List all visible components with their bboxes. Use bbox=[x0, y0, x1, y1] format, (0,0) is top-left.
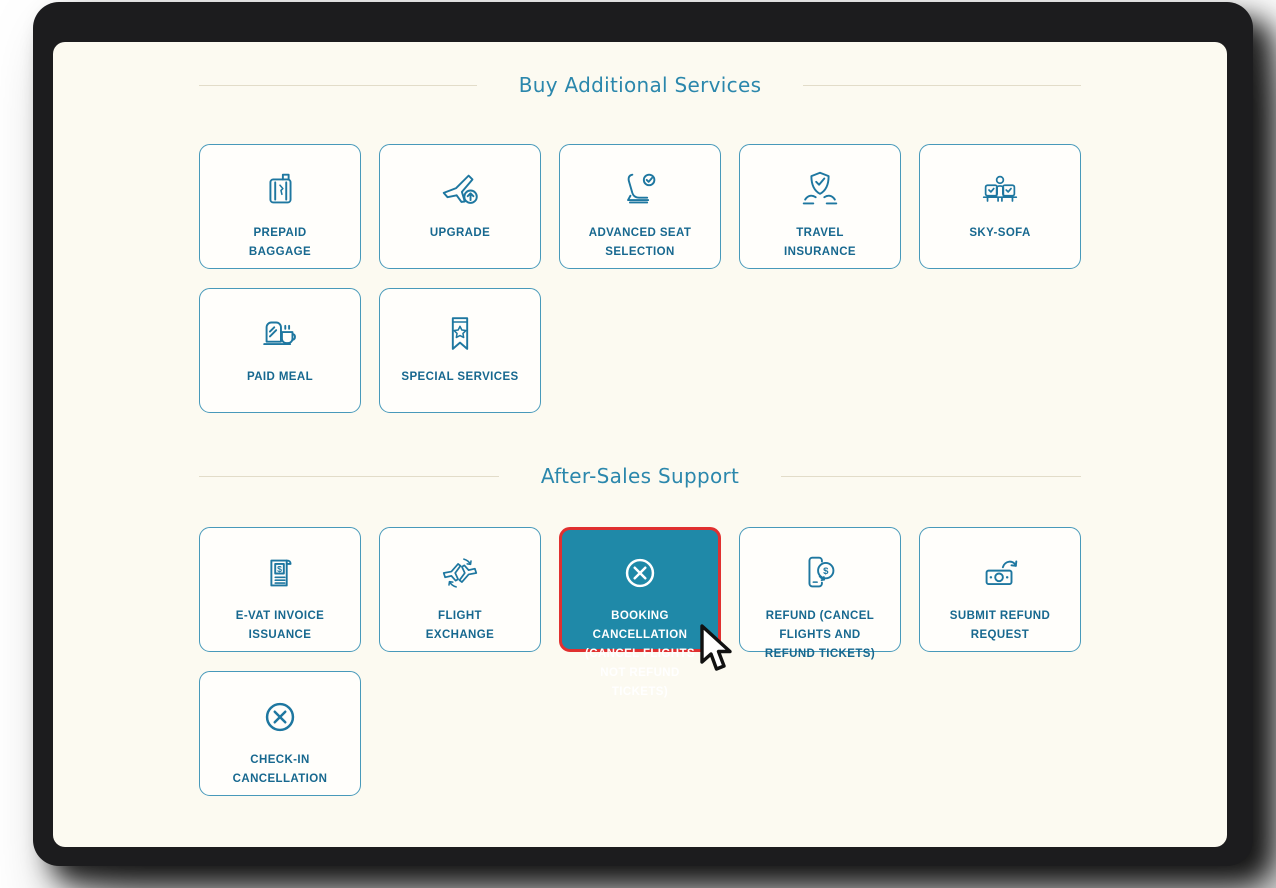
section-header: After-Sales Support bbox=[199, 463, 1081, 489]
section-after-sales-support: After-Sales Support E-VAT INVOICE ISSUAN… bbox=[199, 463, 1081, 796]
service-card-upgrade[interactable]: UPGRADE bbox=[379, 144, 541, 269]
exchange-planes-icon bbox=[435, 550, 485, 596]
service-card-special-services[interactable]: SPECIAL SERVICES bbox=[379, 288, 541, 413]
ribbon-star-icon bbox=[435, 311, 485, 357]
service-card-flight-exchange[interactable]: FLIGHT EXCHANGE bbox=[379, 527, 541, 652]
service-card-refund-cancel-flights-and-refund-tickets[interactable]: REFUND (CANCEL FLIGHTS AND REFUND TICKET… bbox=[739, 527, 901, 652]
service-card-label: SPECIAL SERVICES bbox=[401, 368, 518, 387]
shield-hands-icon bbox=[795, 167, 845, 213]
page-background: Buy Additional Services PREPAID BAGGAGE … bbox=[0, 0, 1276, 888]
cancel-circle-icon bbox=[255, 694, 305, 740]
upgrade-plane-icon bbox=[435, 167, 485, 213]
window-frame: Buy Additional Services PREPAID BAGGAGE … bbox=[33, 2, 1253, 866]
service-card-submit-refund-request[interactable]: SUBMIT REFUND REQUEST bbox=[919, 527, 1081, 652]
divider-line bbox=[199, 85, 477, 86]
service-card-travel-insurance[interactable]: TRAVEL INSURANCE bbox=[739, 144, 901, 269]
service-card-label: TRAVEL INSURANCE bbox=[784, 224, 856, 262]
service-card-label: ADVANCED SEAT SELECTION bbox=[589, 224, 692, 262]
section-title: Buy Additional Services bbox=[519, 73, 762, 97]
divider-line bbox=[781, 476, 1081, 477]
service-card-sky-sofa[interactable]: SKY-SOFA bbox=[919, 144, 1081, 269]
app-content: Buy Additional Services PREPAID BAGGAGE … bbox=[53, 42, 1227, 847]
phone-refund-icon bbox=[795, 550, 845, 596]
service-card-label: REFUND (CANCEL FLIGHTS AND REFUND TICKET… bbox=[765, 607, 875, 664]
seat-check-icon bbox=[615, 167, 665, 213]
divider-line bbox=[199, 476, 499, 477]
divider-line bbox=[803, 85, 1081, 86]
service-card-label: SKY-SOFA bbox=[969, 224, 1030, 243]
section-header: Buy Additional Services bbox=[199, 72, 1081, 98]
service-card-prepaid-baggage[interactable]: PREPAID BAGGAGE bbox=[199, 144, 361, 269]
service-card-label: FLIGHT EXCHANGE bbox=[426, 607, 494, 645]
section-buy-additional-services: Buy Additional Services PREPAID BAGGAGE … bbox=[199, 72, 1081, 413]
service-card-label: BOOKING CANCELLATION (CANCEL FLIGHTS NOT… bbox=[585, 607, 695, 702]
baggage-icon bbox=[255, 167, 305, 213]
service-card-paid-meal[interactable]: PAID MEAL bbox=[199, 288, 361, 413]
service-card-check-in-cancellation[interactable]: CHECK-IN CANCELLATION bbox=[199, 671, 361, 796]
service-card-grid: PREPAID BAGGAGE UPGRADE ADVANCED SEAT SE… bbox=[199, 144, 1081, 413]
service-card-advanced-seat-selection[interactable]: ADVANCED SEAT SELECTION bbox=[559, 144, 721, 269]
meal-icon bbox=[255, 311, 305, 357]
service-card-booking-cancellation[interactable]: BOOKING CANCELLATION (CANCEL FLIGHTS NOT… bbox=[559, 527, 721, 652]
service-card-evat-invoice-issuance[interactable]: E-VAT INVOICE ISSUANCE bbox=[199, 527, 361, 652]
sky-sofa-icon bbox=[975, 167, 1025, 213]
service-card-grid: E-VAT INVOICE ISSUANCE FLIGHT EXCHANGE B… bbox=[199, 527, 1081, 796]
cancel-circle-icon bbox=[615, 550, 665, 596]
service-card-label: SUBMIT REFUND REQUEST bbox=[950, 607, 1050, 645]
banknote-return-icon bbox=[975, 550, 1025, 596]
invoice-dollar-icon bbox=[255, 550, 305, 596]
section-title: After-Sales Support bbox=[541, 464, 739, 488]
service-card-label: CHECK-IN CANCELLATION bbox=[233, 751, 328, 789]
service-card-label: PAID MEAL bbox=[247, 368, 313, 387]
service-card-label: UPGRADE bbox=[430, 224, 490, 243]
service-card-label: PREPAID BAGGAGE bbox=[249, 224, 311, 262]
service-card-label: E-VAT INVOICE ISSUANCE bbox=[236, 607, 324, 645]
